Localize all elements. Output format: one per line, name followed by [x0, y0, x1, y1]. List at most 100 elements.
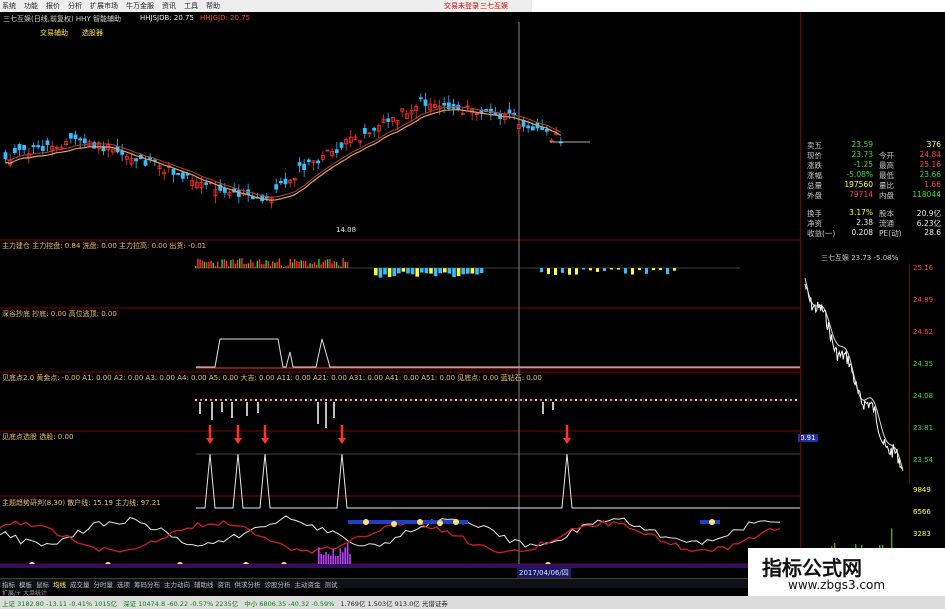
down-arrow-head	[338, 438, 346, 444]
menu-item-news[interactable]: 资讯	[162, 1, 176, 11]
dot-marker	[589, 398, 593, 402]
dot-marker	[209, 398, 213, 402]
quote-value: 3.17%	[849, 208, 873, 217]
quote-label: 总量	[807, 181, 822, 190]
indicator-tab[interactable]: 筹码分布	[134, 579, 160, 589]
indicator-tab[interactable]: 指标	[2, 579, 15, 589]
volume-bar	[206, 262, 208, 268]
quote-value: 23.73	[851, 150, 873, 159]
dot-marker	[759, 398, 763, 402]
flow-bar	[673, 268, 676, 271]
flow-bar	[401, 268, 406, 272]
flow-bar	[383, 268, 387, 275]
down-arrow-head	[563, 438, 571, 444]
volume-bar	[203, 261, 206, 268]
dot-marker	[619, 398, 623, 402]
volume-bar	[269, 265, 272, 268]
intraday-mini-chart[interactable]	[801, 264, 909, 576]
indicator-tab[interactable]: 鼠标	[36, 579, 49, 589]
volume-bar	[320, 264, 322, 268]
menu-item-system[interactable]: 系统	[2, 1, 16, 11]
menu-item-analysis[interactable]: 分析	[68, 1, 82, 11]
volume-bar	[234, 263, 236, 268]
quote-label: 股本	[879, 209, 894, 218]
dot-marker	[324, 398, 328, 402]
volume-bar	[247, 263, 250, 268]
flow-bar	[652, 268, 655, 271]
indicator-tab[interactable]: 主力动向	[164, 579, 190, 589]
dot-marker	[599, 398, 603, 402]
candle-body	[45, 140, 50, 145]
purple-bar	[346, 543, 349, 564]
kline-chart-area[interactable]: 三七互娱(日线,前复权) HHY 智能辅助 HHJSJDB: 20.75 HHJ…	[0, 12, 818, 578]
flow-bar	[603, 268, 606, 271]
candle-body	[302, 163, 307, 170]
menu-item-help[interactable]: 帮助	[206, 1, 220, 11]
dot-marker	[654, 398, 658, 402]
dot-marker	[784, 398, 788, 402]
dot-marker	[559, 398, 563, 402]
quote-value: 24.84	[919, 150, 941, 159]
buy-point-marker	[363, 519, 369, 525]
dot-marker	[594, 398, 598, 402]
down-arrow-head	[261, 438, 269, 444]
menu-item-quote[interactable]: 报价	[46, 1, 60, 11]
volume-bar	[217, 261, 219, 268]
sub-tabs[interactable]: 扩展/+ 大单统计	[0, 588, 760, 597]
mini-axis-tick: 24.62	[913, 328, 934, 336]
quote-label	[873, 140, 901, 150]
volume-bar	[243, 263, 245, 268]
dot-marker	[234, 398, 238, 402]
stock-picker-button[interactable]: 选股器	[82, 28, 103, 38]
indicator-tab[interactable]: 均线	[53, 579, 66, 589]
candle-body	[176, 173, 181, 175]
candle-body	[22, 145, 27, 150]
volume-bar	[294, 258, 296, 268]
flow-bar	[378, 268, 383, 278]
dot-marker	[494, 398, 498, 402]
indicator-tab[interactable]: 选项	[117, 579, 130, 589]
volume-bar	[212, 263, 214, 268]
buy-point-marker	[391, 521, 397, 527]
indicator-tab[interactable]: 供求分析	[235, 579, 261, 589]
dot-marker	[459, 398, 463, 402]
menu-item-service[interactable]: 牛万金服	[126, 1, 154, 11]
dot-marker	[309, 398, 313, 402]
indicator-tab[interactable]: 模板	[19, 579, 32, 589]
chart-canvas[interactable]	[0, 12, 800, 578]
indicator-tab[interactable]: 分时量	[94, 579, 114, 589]
trade-assist-button[interactable]: 交易辅助	[40, 28, 68, 38]
dot-marker	[624, 398, 628, 402]
menu-item-tools[interactable]: 工具	[184, 1, 198, 11]
indicator-tab[interactable]: 主动资金	[295, 579, 321, 589]
volume-bar	[346, 262, 349, 268]
dot-marker	[529, 398, 533, 402]
indicator-tab[interactable]: 成交量	[70, 579, 90, 589]
indicator-tab[interactable]: 资讯	[218, 579, 231, 589]
menu-item-market[interactable]: 扩展市场	[90, 1, 118, 11]
sh-index: 上证 3182.80 -13.11 -0.41% 1015亿	[2, 599, 118, 608]
dot-marker	[394, 398, 398, 402]
stock-name-link[interactable]: 三七互娱	[480, 1, 508, 11]
indicator-tab[interactable]: 测试	[325, 579, 338, 589]
volume-bar	[322, 261, 324, 268]
dot-marker	[639, 398, 643, 402]
candle-body	[418, 97, 423, 100]
mini-axis-tick: 23.81	[913, 424, 934, 432]
indicator-tab[interactable]: 辅助线	[194, 579, 214, 589]
volume-bar	[309, 263, 311, 268]
candle-body	[222, 188, 227, 193]
quote-value: 23.59	[851, 140, 873, 149]
dot-marker	[414, 398, 418, 402]
volume-bar	[208, 262, 210, 268]
watermark-title: 指标公式网	[762, 556, 862, 580]
dot-marker	[229, 398, 233, 402]
mini-vol-tick: 3283	[913, 530, 931, 538]
trade-login-link[interactable]: 交易未登录	[444, 1, 479, 11]
volume-bar	[221, 259, 223, 268]
quote-label: 现价	[807, 151, 822, 160]
dot-marker	[424, 398, 428, 402]
flow-bar	[561, 268, 564, 273]
menu-item-function[interactable]: 功能	[24, 1, 38, 11]
indicator-tab[interactable]: 诊股分析	[265, 579, 291, 589]
